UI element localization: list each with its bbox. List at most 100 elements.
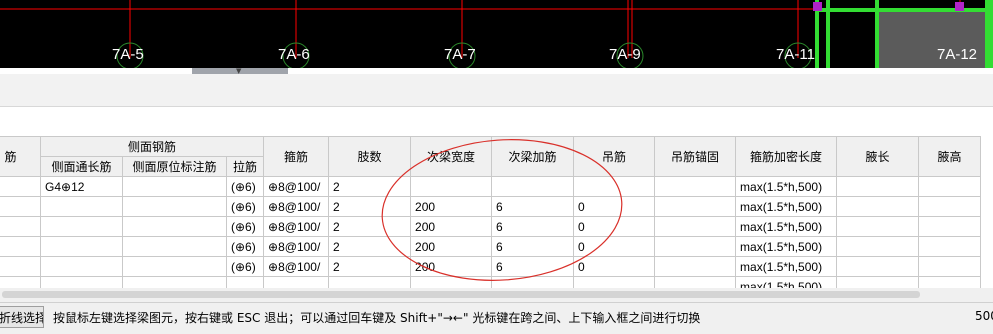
table-cell[interactable]: 0 bbox=[573, 236, 656, 257]
table-cell[interactable] bbox=[836, 216, 920, 237]
table-cell[interactable]: max(1.5*h,500) bbox=[735, 236, 838, 257]
table-cell[interactable]: (⊕6) bbox=[225, 236, 265, 257]
table-cell[interactable]: 2 bbox=[328, 236, 412, 257]
table-cell[interactable] bbox=[836, 256, 920, 277]
table-cell[interactable]: ⊕8@100/ bbox=[263, 256, 330, 277]
table-cell[interactable]: 0 bbox=[573, 256, 656, 277]
table-cell[interactable]: 0 bbox=[573, 216, 656, 237]
col-header: 腋高 bbox=[918, 136, 982, 177]
table-cell[interactable]: 200 bbox=[410, 196, 493, 217]
axis-label-6: 7A-12 bbox=[937, 46, 978, 63]
table-cell[interactable]: 200 bbox=[410, 256, 493, 277]
table-cell[interactable] bbox=[0, 256, 41, 277]
table-cell[interactable]: ⊕8@100/ bbox=[263, 216, 330, 237]
table-cell[interactable]: 6 bbox=[491, 216, 575, 237]
table-cell[interactable]: ⊕8@100/ bbox=[263, 176, 330, 197]
table-row[interactable]: (⊕6) ⊕8@100/2 200 6 0 max(1.5*h,500) bbox=[0, 236, 982, 257]
table-cell[interactable] bbox=[918, 256, 982, 277]
table-cell[interactable] bbox=[654, 256, 737, 277]
table-cell[interactable]: 2 bbox=[328, 196, 412, 217]
table-cell[interactable] bbox=[40, 276, 123, 288]
table-cell[interactable] bbox=[918, 196, 982, 217]
table-cell[interactable] bbox=[0, 216, 41, 237]
col-header: 吊筋 bbox=[573, 136, 656, 177]
table-cell[interactable] bbox=[0, 176, 41, 197]
table-cell[interactable] bbox=[573, 276, 656, 288]
table-cell[interactable]: 200 bbox=[410, 236, 493, 257]
table-cell[interactable]: 200 bbox=[410, 216, 493, 237]
table-cell[interactable]: max(1.5*h,500) bbox=[735, 196, 838, 217]
table-cell[interactable]: max(1.5*h,500) bbox=[735, 216, 838, 237]
table-cell[interactable] bbox=[410, 176, 493, 197]
table-row[interactable]: (⊕6) ⊕8@100/2 200 6 0 max(1.5*h,500) bbox=[0, 256, 982, 277]
table-cell[interactable] bbox=[654, 236, 737, 257]
table-cell[interactable] bbox=[122, 236, 227, 257]
table-cell[interactable] bbox=[122, 176, 227, 197]
col-header: 次梁宽度 bbox=[410, 136, 493, 177]
table-cell[interactable]: 2 bbox=[328, 256, 412, 277]
table-cell[interactable] bbox=[654, 216, 737, 237]
table-cell[interactable] bbox=[122, 276, 227, 288]
table-cell[interactable]: max(1.5*h,500) bbox=[735, 256, 838, 277]
table-cell[interactable] bbox=[491, 176, 575, 197]
table-cell[interactable]: (⊕6) bbox=[225, 196, 265, 217]
table-row[interactable]: max(1.5*h,500) bbox=[0, 276, 982, 288]
table-cell[interactable] bbox=[836, 176, 920, 197]
table-cell[interactable]: 6 bbox=[491, 196, 575, 217]
table-cell[interactable] bbox=[836, 196, 920, 217]
table-cell[interactable] bbox=[836, 276, 920, 288]
table-cell[interactable]: max(1.5*h,500) bbox=[735, 176, 838, 197]
axis-label-4: 7A-9 bbox=[609, 46, 641, 63]
table-cell[interactable]: ⊕8@100/ bbox=[263, 236, 330, 257]
axis-label-3: 7A-7 bbox=[444, 46, 476, 63]
table-cell[interactable] bbox=[40, 196, 123, 217]
status-hint-text: 按鼠标左键选择梁图元，按右键或 ESC 退出；可以通过回车键及 Shift+"→… bbox=[53, 311, 701, 325]
table-cell[interactable] bbox=[122, 216, 227, 237]
col-header: 腋长 bbox=[836, 136, 920, 177]
table-cell[interactable] bbox=[654, 176, 737, 197]
table-cell[interactable]: 0 bbox=[573, 196, 656, 217]
table-cell[interactable] bbox=[654, 196, 737, 217]
table-cell[interactable]: (⊕6) bbox=[225, 256, 265, 277]
table-cell[interactable] bbox=[40, 236, 123, 257]
table-cell[interactable] bbox=[918, 176, 982, 197]
axis-label-1: 7A-5 bbox=[112, 46, 144, 63]
table-cell[interactable] bbox=[40, 216, 123, 237]
table-cell[interactable] bbox=[654, 276, 737, 288]
table-row[interactable]: (⊕6) ⊕8@100/2 200 6 0 max(1.5*h,500) bbox=[0, 196, 982, 217]
table-cell[interactable]: 2 bbox=[328, 176, 412, 197]
table-cell[interactable] bbox=[328, 276, 412, 288]
table-cell[interactable] bbox=[573, 176, 656, 197]
polyline-select-button[interactable]: 折线选择 bbox=[0, 306, 44, 328]
table-cell[interactable] bbox=[122, 196, 227, 217]
table-cell[interactable] bbox=[918, 236, 982, 257]
table-cell[interactable] bbox=[122, 256, 227, 277]
table-cell[interactable] bbox=[836, 236, 920, 257]
table-row[interactable]: G4⊕12 (⊕6) ⊕8@100/2 max(1.5*h,500) bbox=[0, 176, 982, 197]
panel-toolbar-strip bbox=[0, 74, 993, 107]
table-cell[interactable]: max(1.5*h,500) bbox=[735, 276, 838, 288]
table-cell[interactable] bbox=[225, 276, 265, 288]
table-cell[interactable] bbox=[263, 276, 330, 288]
table-cell[interactable]: ⊕8@100/ bbox=[263, 196, 330, 217]
scrollbar-thumb[interactable] bbox=[2, 291, 920, 298]
table-cell[interactable] bbox=[918, 276, 982, 288]
table-cell[interactable] bbox=[410, 276, 493, 288]
table-cell[interactable] bbox=[0, 196, 41, 217]
table-cell[interactable]: 6 bbox=[491, 256, 575, 277]
table-cell[interactable]: 2 bbox=[328, 216, 412, 237]
table-cell[interactable]: G4⊕12 bbox=[40, 176, 123, 197]
table-cell[interactable] bbox=[918, 216, 982, 237]
horizontal-scrollbar[interactable] bbox=[0, 288, 993, 302]
table-row[interactable]: (⊕6) ⊕8@100/2 200 6 0 max(1.5*h,500) bbox=[0, 216, 982, 237]
table-cell[interactable] bbox=[0, 276, 41, 288]
beam-property-grid: 筋 侧面钢筋 箍筋 肢数 次梁宽度 次梁加筋 吊筋 吊筋锚固 箍筋加密长度 腋长… bbox=[0, 136, 993, 288]
table-cell[interactable] bbox=[0, 236, 41, 257]
cad-drawing-area[interactable]: 7A-5 7A-6 7A-7 7A-9 7A-11 7A-12 bbox=[0, 0, 993, 68]
table-cell[interactable]: (⊕6) bbox=[225, 216, 265, 237]
table-cell[interactable] bbox=[40, 256, 123, 277]
table-cell[interactable] bbox=[491, 276, 575, 288]
col-header: 吊筋锚固 bbox=[654, 136, 737, 177]
table-cell[interactable]: (⊕6) bbox=[225, 176, 265, 197]
table-cell[interactable]: 6 bbox=[491, 236, 575, 257]
